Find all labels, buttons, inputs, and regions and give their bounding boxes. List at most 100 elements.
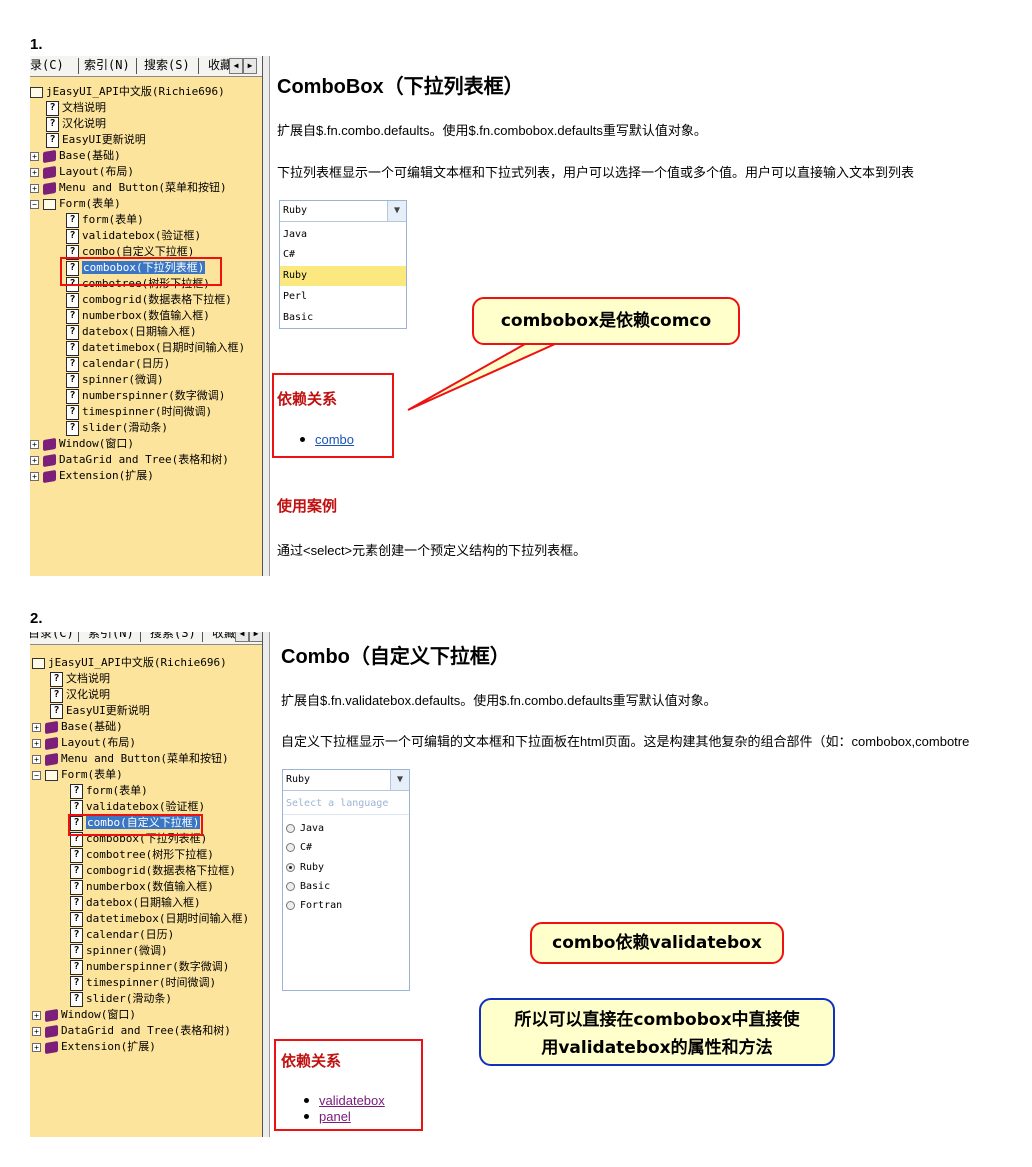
tab-scroll-right-icon[interactable]: ▶ (249, 632, 262, 642)
tree-item-docs[interactable]: ? 文档说明 (46, 100, 106, 116)
expand-icon[interactable]: + (32, 1042, 41, 1052)
combo-demo[interactable]: Ruby ▼ Select a language Java C# Ruby Ba… (282, 769, 410, 991)
tree-item-numberbox[interactable]: ? numberbox(数值输入框) (66, 308, 210, 324)
tree-group-form[interactable]: − Form(表单) (30, 196, 121, 212)
expand-icon[interactable]: + (30, 167, 39, 177)
tree-item-validatebox[interactable]: ? validatebox(验证框) (70, 799, 205, 815)
tree-group-form[interactable]: − Form(表单) (32, 767, 123, 783)
tree-item-validatebox[interactable]: ? validatebox(验证框) (66, 228, 201, 244)
tree-item-calendar[interactable]: ? calendar(日历) (70, 927, 174, 943)
tree-root[interactable]: jEasyUI_API中文版(Richie696) (32, 655, 227, 671)
dependency-link-combo[interactable]: combo (315, 432, 354, 447)
collapse-icon[interactable]: − (30, 199, 39, 209)
tree-item-timespinner[interactable]: ? timespinner(时间微调) (70, 975, 216, 991)
tree-item-datetimebox[interactable]: ? datetimebox(日期时间输入框) (66, 340, 245, 356)
tree-item-datebox[interactable]: ? datebox(日期输入框) (66, 324, 197, 340)
tab-search[interactable]: 搜索(S) (142, 56, 192, 75)
radio-option[interactable]: C# (283, 838, 409, 858)
tree-item-changelog[interactable]: ? EasyUI更新说明 (46, 132, 146, 148)
tab-scroll-right-icon[interactable]: ▶ (243, 58, 257, 74)
chevron-down-icon[interactable]: ▼ (390, 770, 409, 790)
tree-group-menu[interactable]: + Menu and Button(菜单和按钮) (30, 180, 227, 196)
option-item[interactable]: Perl (280, 287, 406, 307)
tab-contents[interactable]: 录(C) (30, 56, 66, 75)
radio-checked-icon[interactable] (286, 862, 295, 872)
tree-item-numberbox[interactable]: ? numberbox(数值输入框) (70, 879, 214, 895)
option-item[interactable]: C# (280, 245, 406, 265)
chevron-down-icon[interactable]: ▼ (387, 201, 406, 221)
tree-item-slider[interactable]: ? slider(滑动条) (66, 420, 168, 436)
tree-group-layout[interactable]: + Layout(布局) (32, 735, 136, 751)
collapse-icon[interactable]: − (32, 770, 41, 780)
radio-icon[interactable] (286, 900, 295, 910)
tree-item-datebox[interactable]: ? datebox(日期输入框) (70, 895, 201, 911)
option-item[interactable]: Java (280, 225, 406, 245)
tree-item-docs[interactable]: ? 文档说明 (50, 671, 110, 687)
expand-icon[interactable]: + (32, 1010, 41, 1020)
radio-icon[interactable] (286, 823, 295, 833)
tree-item-calendar[interactable]: ? calendar(日历) (66, 356, 170, 372)
help-page-icon: ? (66, 292, 79, 308)
tab-scroll-left-icon[interactable]: ◀ (229, 58, 243, 74)
combobox-input[interactable]: Ruby ▼ (280, 201, 406, 222)
expand-icon[interactable]: + (30, 471, 39, 481)
tree-item-translation[interactable]: ? 汉化说明 (50, 687, 110, 703)
tab-scroll-left-icon[interactable]: ◀ (235, 632, 249, 642)
tree-item-form[interactable]: ? form(表单) (70, 783, 148, 799)
tree-group-base[interactable]: + Base(基础) (32, 719, 123, 735)
navigation-pane: 目录(C) 索引(N) 搜索(S) 收藏 ◀ ▶ jEasyUI_API中文版(… (30, 632, 262, 1137)
callout-line: 所以可以直接在combobox中直接使 (514, 1010, 800, 1030)
tree-group-extension[interactable]: + Extension(扩展) (32, 1039, 156, 1055)
tree-group-datagrid[interactable]: + DataGrid and Tree(表格和树) (30, 452, 229, 468)
tab-index[interactable]: 索引(N) (86, 632, 136, 643)
radio-option[interactable]: Java (283, 819, 409, 839)
tree-group-window[interactable]: + Window(窗口) (30, 436, 134, 452)
tab-search[interactable]: 搜索(S) (148, 632, 198, 643)
expand-icon[interactable]: + (32, 738, 41, 748)
radio-icon[interactable] (286, 842, 295, 852)
tree-group-layout[interactable]: + Layout(布局) (30, 164, 134, 180)
tree-item-combogrid[interactable]: ? combogrid(数据表格下拉框) (66, 292, 232, 308)
tree-item-datetimebox[interactable]: ? datetimebox(日期时间输入框) (70, 911, 249, 927)
tree-item-combogrid[interactable]: ? combogrid(数据表格下拉框) (70, 863, 236, 879)
help-page-icon: ? (66, 308, 79, 324)
tree-item-numberspinner[interactable]: ? numberspinner(数字微调) (70, 959, 229, 975)
tree-item-changelog[interactable]: ? EasyUI更新说明 (50, 703, 150, 719)
radio-option[interactable]: Fortran (283, 896, 409, 916)
combo-input[interactable]: Ruby ▼ (283, 770, 409, 791)
expand-icon[interactable]: + (32, 754, 41, 764)
option-item[interactable]: Basic (280, 308, 406, 328)
tree-group-menu[interactable]: + Menu and Button(菜单和按钮) (32, 751, 229, 767)
tree-group-extension[interactable]: + Extension(扩展) (30, 468, 154, 484)
tree-item-spinner[interactable]: ? spinner(微调) (66, 372, 164, 388)
tab-contents[interactable]: 目录(C) (30, 632, 76, 643)
radio-option[interactable]: Basic (283, 877, 409, 897)
help-page-icon: ? (70, 879, 83, 895)
expand-icon[interactable]: + (30, 439, 39, 449)
tree-root[interactable]: jEasyUI_API中文版(Richie696) (30, 84, 225, 100)
tree-group-datagrid[interactable]: + DataGrid and Tree(表格和树) (32, 1023, 231, 1039)
tab-index[interactable]: 索引(N) (82, 56, 132, 75)
radio-option-selected[interactable]: Ruby (283, 858, 409, 878)
tree-group-window[interactable]: + Window(窗口) (32, 1007, 136, 1023)
expand-icon[interactable]: + (32, 722, 41, 732)
pane-splitter[interactable] (262, 56, 270, 576)
combobox-demo[interactable]: Ruby ▼ Java C# Ruby Perl Basic (279, 200, 407, 329)
radio-icon[interactable] (286, 881, 295, 891)
option-item-highlighted[interactable]: Ruby (280, 266, 406, 286)
tree-item-form[interactable]: ? form(表单) (66, 212, 144, 228)
expand-icon[interactable]: + (30, 455, 39, 465)
tree-item-numberspinner[interactable]: ? numberspinner(数字微调) (66, 388, 225, 404)
tree-item-timespinner[interactable]: ? timespinner(时间微调) (66, 404, 212, 420)
expand-icon[interactable]: + (30, 151, 39, 161)
expand-icon[interactable]: + (30, 183, 39, 193)
dependency-link-panel[interactable]: panel (319, 1109, 351, 1124)
tree-item-translation[interactable]: ? 汉化说明 (46, 116, 106, 132)
tree-item-combotree[interactable]: ? combotree(树形下拉框) (70, 847, 214, 863)
tree-item-slider[interactable]: ? slider(滑动条) (70, 991, 172, 1007)
pane-splitter[interactable] (262, 632, 270, 1137)
tree-group-base[interactable]: + Base(基础) (30, 148, 121, 164)
tree-item-spinner[interactable]: ? spinner(微调) (70, 943, 168, 959)
tab-favorites[interactable]: 收藏 (210, 632, 238, 643)
expand-icon[interactable]: + (32, 1026, 41, 1036)
